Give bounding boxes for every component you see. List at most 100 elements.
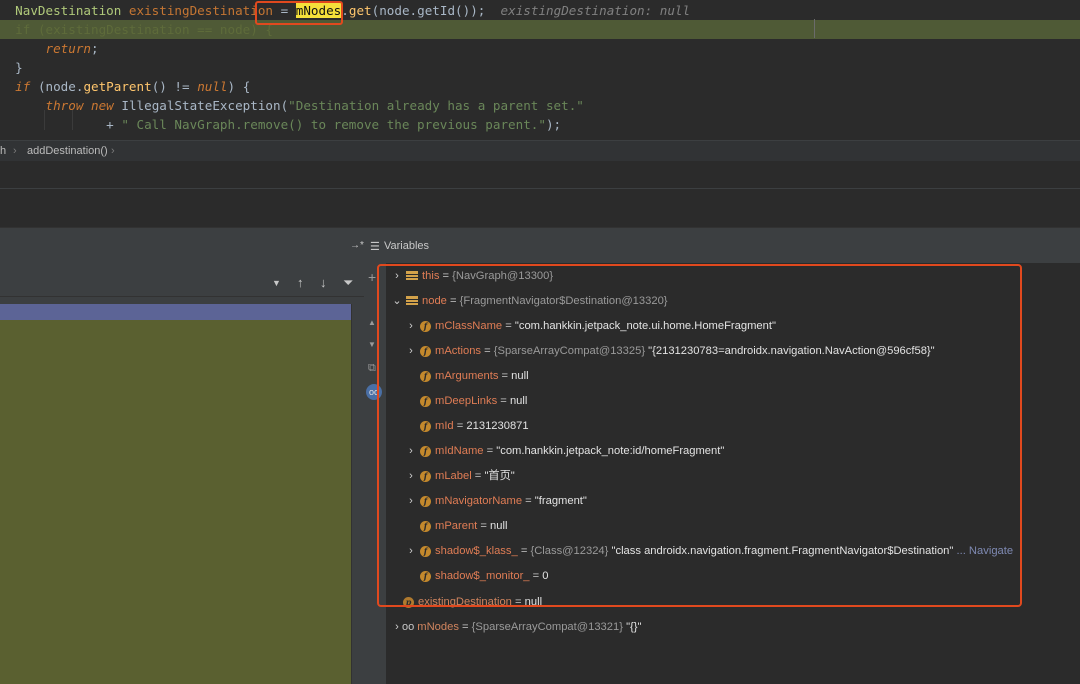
var-ref: {SparseArrayCompat@13321} bbox=[471, 621, 623, 633]
expand-chevron-icon[interactable]: › bbox=[406, 441, 416, 461]
code-new-kw: new bbox=[91, 98, 114, 113]
field-value: "class androidx.navigation.fragment.Frag… bbox=[611, 545, 954, 557]
field-name: shadow$_monitor_ bbox=[435, 570, 530, 582]
local-var-icon bbox=[406, 271, 418, 281]
add-watch-icon[interactable]: + bbox=[368, 269, 376, 285]
field-name: mArguments bbox=[435, 370, 499, 382]
empty-panel bbox=[0, 161, 1080, 227]
copy-icon[interactable]: ⧉ bbox=[368, 362, 376, 375]
var-eq: = bbox=[446, 295, 460, 307]
code-if-kw-2: if bbox=[15, 79, 31, 94]
field-icon: f bbox=[420, 470, 431, 482]
local-var-icon bbox=[406, 296, 418, 306]
thread-dropdown-icon[interactable]: ▼ bbox=[272, 275, 281, 291]
field-value: "fragment" bbox=[534, 495, 587, 507]
annotation-box-mnodes bbox=[255, 1, 343, 25]
field-value: null bbox=[509, 395, 528, 407]
code-method-get: get bbox=[348, 3, 372, 18]
show-watches-icon[interactable]: oo bbox=[366, 384, 382, 400]
field-icon: f bbox=[420, 495, 431, 507]
field-value: "com.hankkin.jetpack_note:id/homeFragmen… bbox=[496, 445, 725, 457]
code-line-1[interactable]: NavDestination existingDestination = mNo… bbox=[0, 1, 690, 20]
breadcrumb-method[interactable]: addDestination() bbox=[27, 141, 108, 161]
code-plus: + bbox=[106, 117, 114, 132]
code-throw-kw: throw bbox=[45, 98, 84, 113]
variables-list-icon: ☰ bbox=[370, 241, 380, 253]
field-name: mLabel bbox=[435, 470, 472, 482]
code-if-mid: () != bbox=[151, 79, 198, 94]
field-name: mDeepLinks bbox=[435, 395, 498, 407]
field-icon: f bbox=[420, 570, 431, 582]
filter-icon[interactable]: ⏷ bbox=[343, 275, 353, 291]
divider bbox=[0, 188, 1080, 189]
field-icon: f bbox=[420, 420, 431, 432]
code-if-kw: if bbox=[15, 22, 31, 37]
field-name: mIdName bbox=[435, 445, 484, 457]
move-down-icon[interactable]: ▼ bbox=[368, 340, 376, 349]
collapse-chevron-icon[interactable]: ⌄ bbox=[392, 291, 402, 311]
code-if-cond: (existingDestination == node) { bbox=[37, 22, 273, 37]
field-value: 0 bbox=[542, 570, 549, 582]
code-args-post: ()); bbox=[455, 3, 486, 18]
move-up-icon[interactable]: ▲ bbox=[368, 318, 376, 327]
code-line-5[interactable]: if (node.getParent() != null) { bbox=[0, 77, 250, 96]
code-line-6[interactable]: throw new IllegalStateException("Destina… bbox=[0, 96, 584, 115]
code-line-3[interactable]: return; bbox=[0, 39, 99, 58]
code-exception-class: IllegalStateException( bbox=[121, 98, 289, 113]
field-icon: f bbox=[420, 370, 431, 382]
breadcrumb: h › addDestination() › bbox=[0, 140, 1080, 162]
field-navigate-link[interactable]: ... Navigate bbox=[957, 545, 1014, 557]
field-icon: f bbox=[420, 445, 431, 457]
var-value: "{}" bbox=[626, 621, 642, 633]
code-editor[interactable]: NavDestination existingDestination = mNo… bbox=[0, 0, 1080, 140]
var-ref: {FragmentNavigator$Destination@13320} bbox=[459, 295, 668, 307]
arrow-up-icon[interactable]: ↑ bbox=[297, 275, 304, 291]
code-args-pre: (node. bbox=[371, 3, 418, 18]
code-type: NavDestination bbox=[15, 3, 122, 18]
expand-chevron-icon[interactable]: › bbox=[392, 617, 402, 637]
var-ref: {NavGraph@13300} bbox=[452, 270, 554, 282]
code-string-1: "Destination already has a parent set." bbox=[288, 98, 584, 113]
frames-list[interactable] bbox=[0, 320, 351, 684]
debug-header bbox=[0, 227, 1080, 264]
field-icon: f bbox=[420, 520, 431, 532]
expand-chevron-icon[interactable]: › bbox=[406, 316, 416, 336]
var-name: existingDestination bbox=[418, 596, 512, 608]
field-ref: {SparseArrayCompat@13325} bbox=[493, 345, 646, 357]
arrow-down-icon[interactable]: ↓ bbox=[320, 275, 327, 291]
code-return-kw: return bbox=[45, 41, 92, 56]
code-var: existingDestination bbox=[128, 3, 273, 18]
code-line-2-current[interactable]: if (existingDestination == node) { bbox=[0, 20, 1080, 39]
breadcrumb-chevron-icon: › bbox=[13, 145, 17, 157]
field-value: "首页" bbox=[484, 470, 515, 482]
code-line-7[interactable]: + " Call NavGraph.remove() to remove the… bbox=[0, 115, 561, 134]
frames-scrollbar[interactable] bbox=[351, 304, 365, 684]
expand-chevron-icon[interactable]: › bbox=[406, 466, 416, 486]
inline-value-hint: existingDestination: null bbox=[500, 3, 691, 18]
restore-layout-icon[interactable]: →* bbox=[350, 240, 364, 251]
expand-chevron-icon[interactable]: › bbox=[392, 266, 402, 286]
field-icon: f bbox=[420, 345, 431, 357]
expand-chevron-icon[interactable]: › bbox=[406, 541, 416, 561]
field-value: "com.hankkin.jetpack_note.ui.home.HomeFr… bbox=[514, 320, 776, 332]
field-icon: f bbox=[420, 320, 431, 332]
frame-selected-row[interactable] bbox=[0, 304, 351, 320]
code-brace: } bbox=[15, 60, 23, 75]
field-value: null bbox=[511, 370, 529, 382]
field-value: "{2131230783=androidx.navigation.NavActi… bbox=[648, 345, 935, 357]
code-if-post: ) { bbox=[227, 79, 251, 94]
field-icon: f bbox=[420, 395, 431, 407]
var-value: null bbox=[524, 596, 543, 608]
field-icon: f bbox=[420, 545, 431, 557]
code-line-4[interactable]: } bbox=[0, 58, 23, 77]
breadcrumb-class[interactable]: h bbox=[0, 141, 6, 161]
var-name: node bbox=[422, 295, 447, 307]
code-null-kw: null bbox=[197, 79, 228, 94]
expand-chevron-icon[interactable]: › bbox=[406, 491, 416, 511]
field-name: mParent bbox=[435, 520, 478, 532]
expand-chevron-icon[interactable]: › bbox=[406, 341, 416, 361]
field-name: mClassName bbox=[435, 320, 503, 332]
indent-guide bbox=[44, 110, 45, 130]
code-method-getparent: getParent bbox=[83, 79, 152, 94]
field-value: null bbox=[490, 520, 508, 532]
